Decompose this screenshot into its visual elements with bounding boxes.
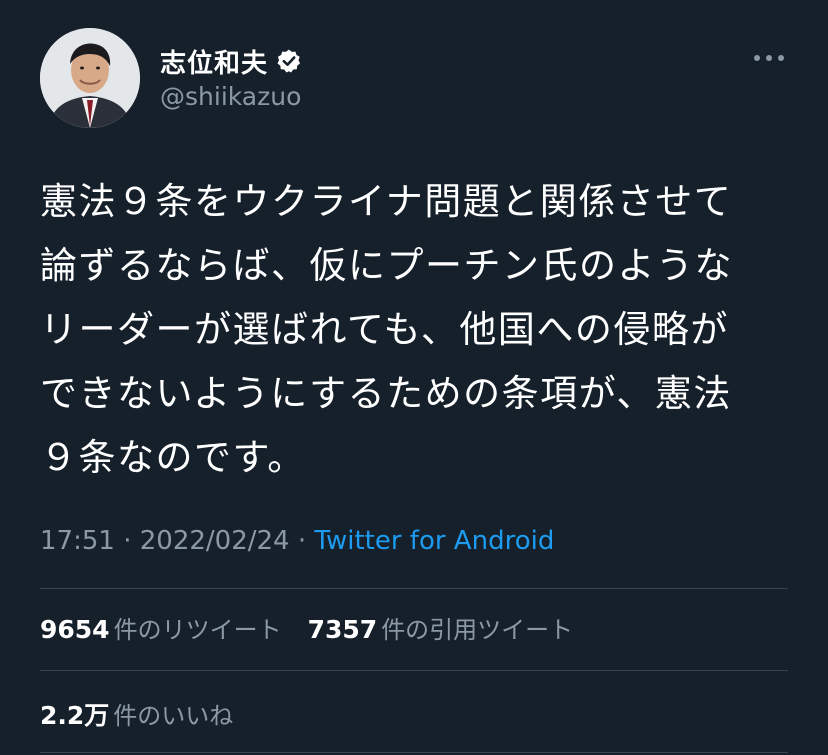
- tweet-text-line: できないようにするための条項が、憲法: [40, 372, 732, 415]
- tweet-text: 憲法９条をウクライナ問題と関係させて 論ずるならば、仮にプーチン氏のような リー…: [40, 170, 790, 490]
- tweet-text-line: リーダーが選ばれても、他国への侵略が: [40, 308, 729, 351]
- quote-tweets-label: 件の引用ツイート: [381, 616, 574, 644]
- tweet-text-line: 憲法９条をウクライナ問題と関係させて: [40, 180, 733, 223]
- tweet-source-link[interactable]: Twitter for Android: [314, 526, 554, 556]
- likes-stat[interactable]: 2.2万 件のいいね: [40, 696, 233, 732]
- meta-separator: ·: [289, 526, 315, 556]
- name-row: 志位和夫: [160, 43, 302, 80]
- tweet-text-line: 論ずるならば、仮にプーチン氏のような: [40, 244, 733, 287]
- retweets-label: 件のリツイート: [113, 616, 282, 644]
- profile-photo-icon: [40, 28, 140, 128]
- avatar[interactable]: [40, 28, 140, 128]
- display-name[interactable]: 志位和夫: [160, 43, 268, 80]
- likes-count: 2.2万: [40, 701, 110, 730]
- tweet-text-line: ９条なのです。: [40, 436, 306, 479]
- tweet-time[interactable]: 17:51: [40, 526, 115, 556]
- quote-tweets-count: 7357: [307, 615, 378, 644]
- tweet-metadata: 17:51 · 2022/02/24 · Twitter for Android: [40, 526, 554, 556]
- tweet-header: 志位和夫 @shiikazuo: [40, 28, 788, 128]
- more-options-icon[interactable]: [754, 50, 784, 66]
- meta-separator: ·: [114, 526, 140, 556]
- user-handle[interactable]: @shiikazuo: [160, 82, 301, 111]
- more-dot: [754, 55, 760, 61]
- verified-badge-icon: [276, 48, 302, 74]
- likes-label: 件のいいね: [113, 702, 234, 730]
- more-dot: [766, 55, 772, 61]
- retweets-stat[interactable]: 9654 件のリツイート: [40, 610, 282, 645]
- retweets-count: 9654: [40, 615, 110, 644]
- stats-row: 9654 件のリツイート 7357 件の引用ツイート: [40, 610, 599, 645]
- divider: [40, 670, 788, 671]
- tweet-date[interactable]: 2022/02/24: [140, 526, 290, 556]
- likes-row: 2.2万 件のいいね: [40, 696, 259, 732]
- divider: [40, 588, 788, 589]
- quote-tweets-stat[interactable]: 7357 件の引用ツイート: [308, 610, 574, 645]
- more-dot: [778, 55, 784, 61]
- divider: [40, 752, 788, 753]
